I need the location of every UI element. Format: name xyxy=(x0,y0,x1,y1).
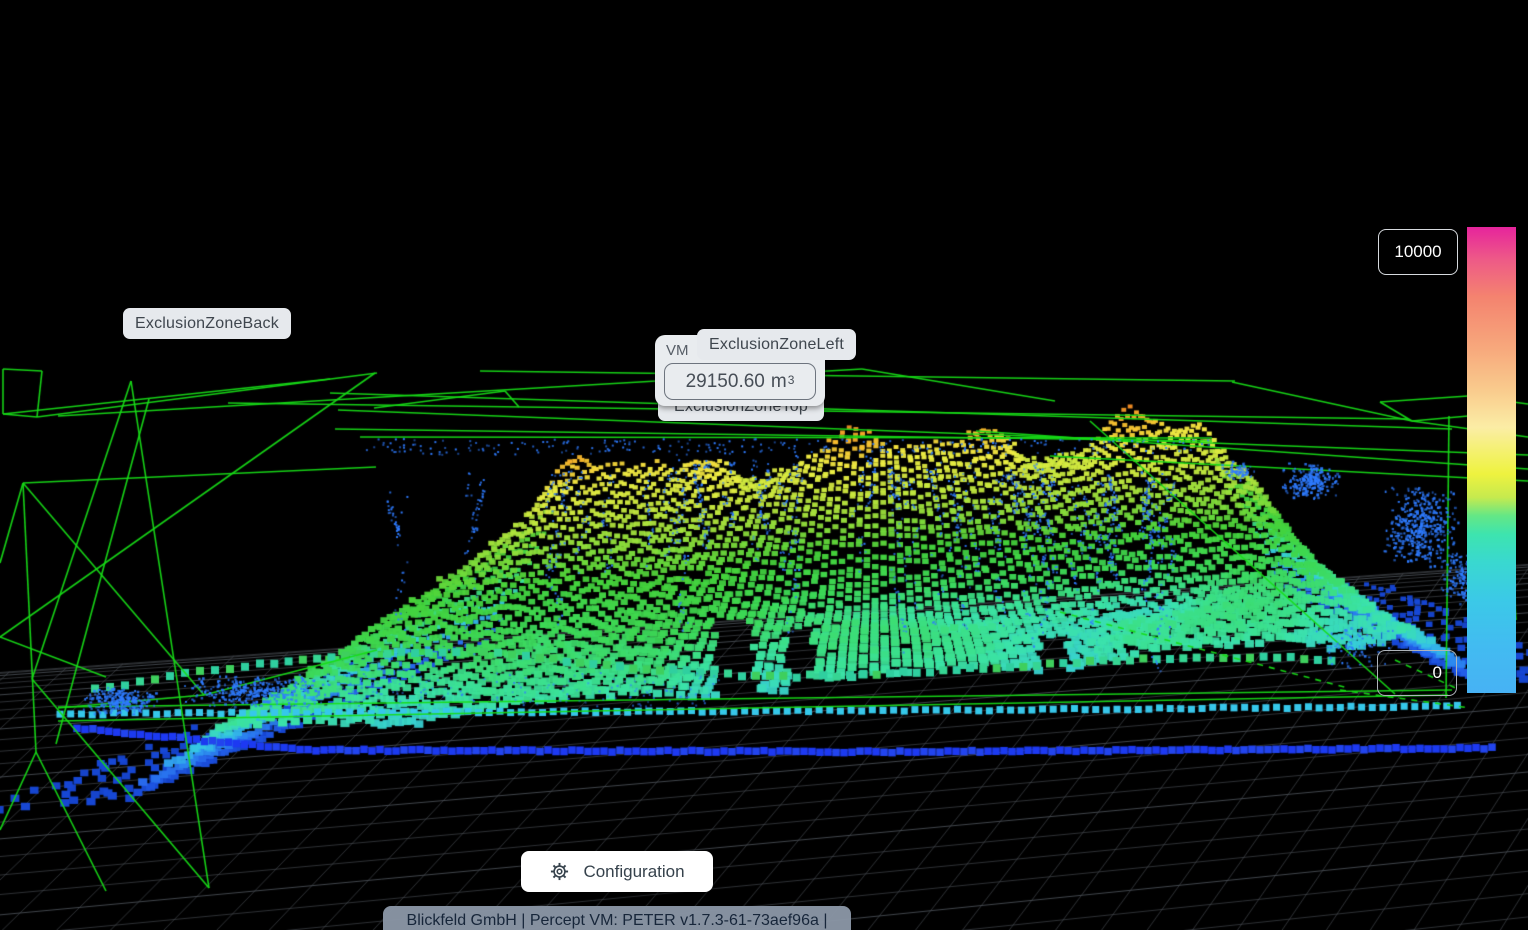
vm-panel-title: VM xyxy=(666,342,689,359)
colorbar-max-input[interactable]: 10000 xyxy=(1378,229,1458,275)
colorbar-min-input[interactable]: 0 xyxy=(1377,650,1457,696)
exclusion-zone-left-text: ExclusionZoneLeft xyxy=(709,336,844,354)
exclusion-zone-back-label: ExclusionZoneBack xyxy=(123,308,291,339)
version-status-badge: Blickfeld GmbH | Percept VM: PETER v1.7.… xyxy=(383,906,851,930)
vm-volume-value-box: 29150.60 m3 xyxy=(664,363,816,400)
colorbar-max-value: 10000 xyxy=(1394,242,1441,262)
configuration-button[interactable]: Configuration xyxy=(521,851,713,892)
vm-volume-exponent: 3 xyxy=(788,373,795,387)
version-status-text: Blickfeld GmbH | Percept VM: PETER v1.7.… xyxy=(407,912,828,930)
exclusion-zone-back-text: ExclusionZoneBack xyxy=(135,315,279,333)
configuration-button-label: Configuration xyxy=(583,862,684,882)
pointcloud-3d-viewport[interactable] xyxy=(0,0,1528,930)
height-colormap-gradient xyxy=(1467,227,1516,693)
exclusion-zone-left-label: ExclusionZoneLeft xyxy=(697,329,856,360)
percept-app-window: ExclusionZoneBack ExclusionZoneTop VM 29… xyxy=(0,0,1528,930)
colorbar-min-value: 0 xyxy=(1433,663,1442,683)
gear-icon xyxy=(549,861,570,882)
vm-volume-unit: m xyxy=(771,371,787,393)
vm-volume-value: 29150.60 xyxy=(686,371,765,393)
